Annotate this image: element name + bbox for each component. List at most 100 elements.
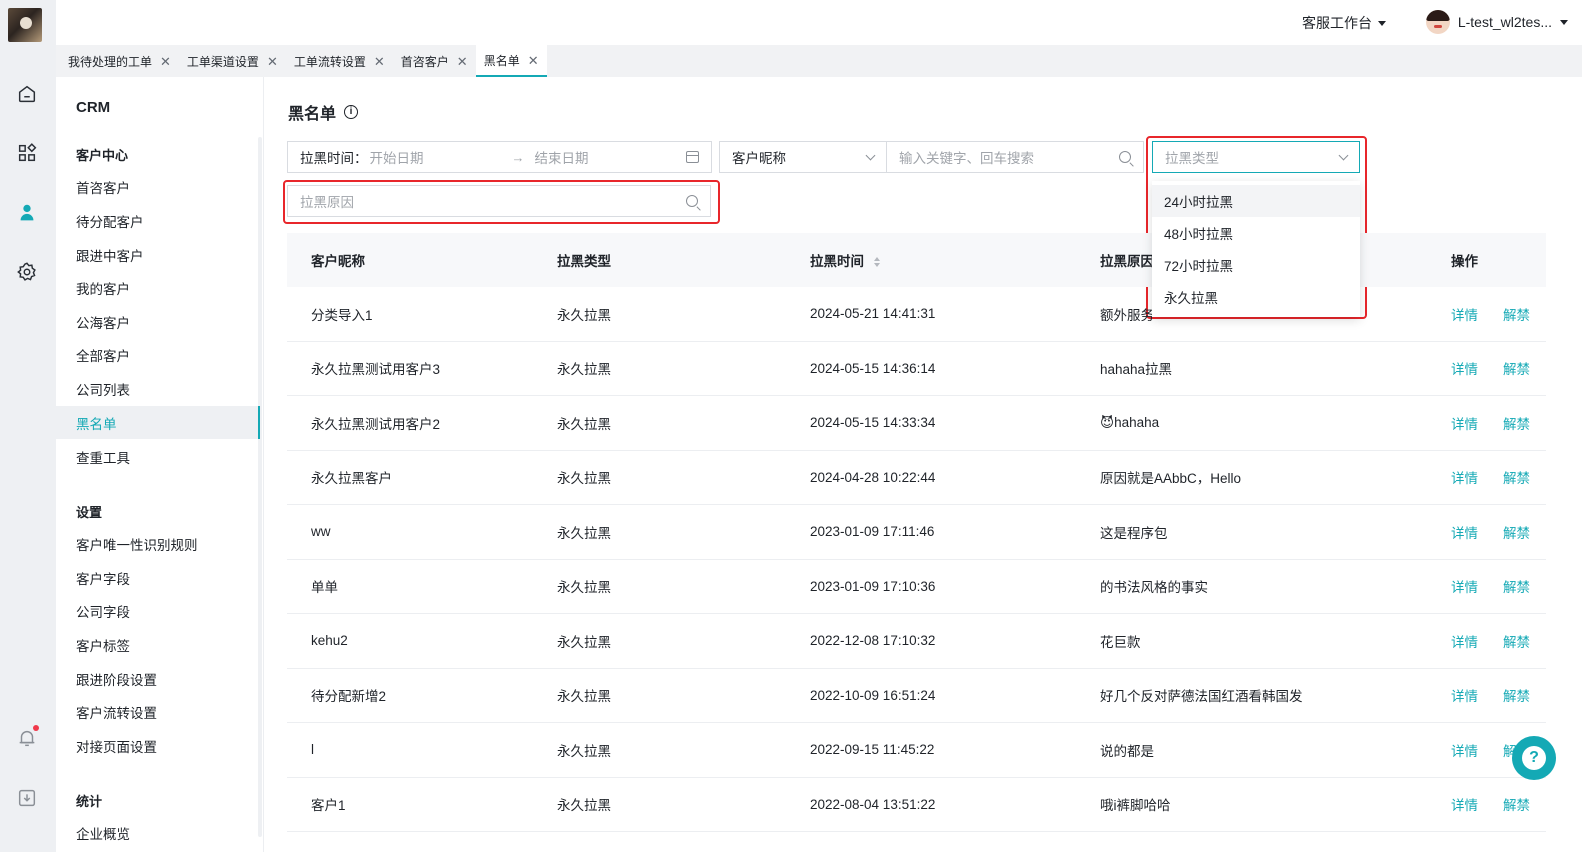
nav-group-statistics: 统计 — [76, 794, 103, 809]
tab-blacklist[interactable]: 黑名单 ✕ — [475, 45, 547, 77]
table-row: 单单 永久拉黑 2023-01-09 17:10:36 的书法风格的事实 详情 解禁 — [287, 560, 1546, 614]
customer-person-icon[interactable] — [12, 198, 42, 228]
end-date-input[interactable]: 结束日期 — [535, 147, 687, 167]
unblock-link[interactable]: 解禁 — [1503, 467, 1530, 487]
sidebar-item-blacklist[interactable]: 黑名单 — [56, 406, 260, 439]
cell-time: 2022-12-08 17:10:32 — [810, 633, 936, 649]
sidebar-item-public-pool[interactable]: 公海客户 — [56, 305, 260, 338]
table-row: kehu2 永久拉黑 2022-12-08 17:10:32 花巨款 详情 解禁 — [287, 614, 1546, 669]
header-type: 拉黑类型 — [557, 254, 611, 269]
cell-type: 永久拉黑 — [557, 471, 611, 487]
option-permanent[interactable]: 永久拉黑 — [1152, 281, 1360, 313]
detail-link[interactable]: 详情 — [1451, 413, 1478, 433]
tab-ticket-channel-settings[interactable]: 工单渠道设置 ✕ — [179, 45, 286, 77]
sidebar-item-all-customers[interactable]: 全部客户 — [56, 338, 260, 371]
sidebar-item-customer-tags[interactable]: 客户标签 — [56, 628, 260, 661]
sidebar-item-customer-fields[interactable]: 客户字段 — [56, 561, 260, 594]
sort-icon[interactable] — [873, 257, 880, 268]
cell-type: 永久拉黑 — [557, 525, 611, 541]
keyword-search-input[interactable]: 输入关键字、回车搜索 — [886, 141, 1144, 173]
start-date-input[interactable]: 开始日期 — [370, 147, 512, 167]
download-icon[interactable] — [12, 783, 42, 813]
unblock-link[interactable]: 解禁 — [1503, 794, 1530, 814]
blacklist-type-dropdown: 24小时拉黑 48小时拉黑 72小时拉黑 永久拉黑 — [1152, 181, 1360, 317]
sidebar-item-enterprise-overview[interactable]: 企业概览 — [56, 816, 260, 849]
sidebar-item-integration-page[interactable]: 对接页面设置 — [56, 729, 260, 762]
help-button[interactable]: ? — [1512, 736, 1556, 780]
sidebar-item-company-list[interactable]: 公司列表 — [56, 372, 260, 405]
home-icon[interactable] — [12, 79, 42, 109]
page-title-text: 黑名单 — [288, 106, 337, 123]
detail-link[interactable]: 详情 — [1451, 631, 1478, 651]
unblock-link[interactable]: 解禁 — [1503, 685, 1530, 705]
header-time[interactable]: 拉黑时间 — [810, 250, 880, 270]
workbench-switcher[interactable]: 客服工作台 — [1302, 13, 1386, 33]
search-field-select[interactable]: 客户昵称 — [719, 141, 887, 173]
table-row: l永久拉黑2022-09-15 11:45:22说的都是详情解禁 — [287, 723, 1546, 778]
sidebar-item-company-fields[interactable]: 公司字段 — [56, 594, 260, 627]
unblock-link[interactable]: 解禁 — [1503, 576, 1530, 596]
detail-link[interactable]: 详情 — [1451, 358, 1478, 378]
main-content: 黑名单 i 拉黑时间： 开始日期 → 结束日期 客户昵称 输入关键字、回车搜索 … — [264, 77, 1582, 852]
sidebar-item-customer-flow[interactable]: 客户流转设置 — [56, 695, 260, 728]
cell-reason: 😈hahaha — [1100, 414, 1160, 430]
arrow-right-icon: → — [511, 149, 525, 165]
option-24h[interactable]: 24小时拉黑 — [1152, 185, 1360, 217]
cell-reason: hahaha拉黑 — [1100, 362, 1173, 378]
unblock-link[interactable]: 解禁 — [1503, 358, 1530, 378]
notification-bell-icon[interactable] — [12, 723, 42, 753]
detail-link[interactable]: 详情 — [1451, 522, 1478, 542]
cell-nickname: 永久拉黑测试用客户3 — [311, 362, 441, 378]
close-icon[interactable]: ✕ — [160, 55, 171, 68]
sidebar-item-dedupe-tool[interactable]: 查重工具 — [56, 440, 260, 473]
nav-group-customer-center: 客户中心 — [76, 148, 129, 163]
apps-grid-icon[interactable] — [12, 138, 42, 168]
close-icon[interactable]: ✕ — [267, 55, 278, 68]
tab-first-inquiry-customers[interactable]: 首咨客户 ✕ — [393, 45, 476, 77]
detail-link[interactable]: 详情 — [1451, 576, 1478, 596]
detail-link[interactable]: 详情 — [1451, 740, 1478, 760]
sidebar-item-my-customers[interactable]: 我的客户 — [56, 271, 260, 304]
cell-reason: 的书法风格的事实 — [1100, 580, 1208, 596]
blacklist-type-select[interactable]: 拉黑类型 — [1152, 141, 1360, 173]
unblock-link[interactable]: 解禁 — [1503, 522, 1530, 542]
unblock-link[interactable]: 解禁 — [1503, 304, 1530, 324]
caret-down-icon — [1378, 20, 1386, 26]
blacklist-date-range-picker[interactable]: 拉黑时间： 开始日期 → 结束日期 — [287, 141, 712, 173]
cell-time: 2022-09-15 11:45:22 — [810, 742, 935, 758]
cell-time: 2024-05-15 14:36:14 — [810, 360, 936, 376]
table-row: 待分配新增2 永久拉黑 2022-10-09 16:51:24 好几个反对萨德法国红酒… — [287, 669, 1546, 723]
detail-link[interactable]: 详情 — [1451, 794, 1478, 814]
unblock-link[interactable]: 解禁 — [1503, 413, 1530, 433]
cell-reason: 花巨款 — [1100, 634, 1141, 650]
sidebar-item-uniqueness-rules[interactable]: 客户唯一性识别规则 — [56, 527, 260, 560]
close-icon[interactable]: ✕ — [528, 54, 539, 67]
sidebar-item-follow-stages[interactable]: 跟进阶段设置 — [56, 662, 260, 695]
tab-pending-tickets[interactable]: 我待处理的工单 ✕ — [60, 45, 179, 77]
search-icon[interactable] — [686, 195, 698, 207]
info-icon[interactable]: i — [344, 105, 359, 119]
sidebar-item-following[interactable]: 跟进中客户 — [56, 238, 260, 271]
cell-time: 2022-08-04 13:51:22 — [810, 796, 936, 812]
sidebar-item-to-assign[interactable]: 待分配客户 — [56, 204, 260, 237]
header-reason: 拉黑原因 — [1100, 254, 1154, 269]
option-48h[interactable]: 48小时拉黑 — [1152, 217, 1360, 249]
option-72h[interactable]: 72小时拉黑 — [1152, 249, 1360, 281]
sidebar-item-first-inquiry[interactable]: 首咨客户 — [56, 170, 260, 203]
cell-time: 2024-05-21 14:41:31 — [810, 306, 936, 322]
detail-link[interactable]: 详情 — [1451, 685, 1478, 705]
avatar — [1425, 10, 1450, 34]
search-icon[interactable] — [1119, 151, 1131, 163]
user-menu[interactable]: L-test_wl2tes... — [1425, 10, 1568, 34]
tab-ticket-flow-settings[interactable]: 工单流转设置 ✕ — [286, 45, 393, 77]
detail-link[interactable]: 详情 — [1451, 467, 1478, 487]
unblock-link[interactable]: 解禁 — [1503, 631, 1530, 651]
close-icon[interactable]: ✕ — [374, 55, 385, 68]
detail-link[interactable]: 详情 — [1451, 304, 1478, 324]
settings-gear-icon[interactable] — [12, 257, 42, 287]
company-logo[interactable] — [8, 8, 42, 42]
cell-type: 永久拉黑 — [557, 416, 611, 432]
workbench-label: 客服工作台 — [1302, 15, 1372, 31]
blacklist-reason-input[interactable]: 拉黑原因 — [287, 185, 711, 217]
close-icon[interactable]: ✕ — [457, 55, 468, 68]
